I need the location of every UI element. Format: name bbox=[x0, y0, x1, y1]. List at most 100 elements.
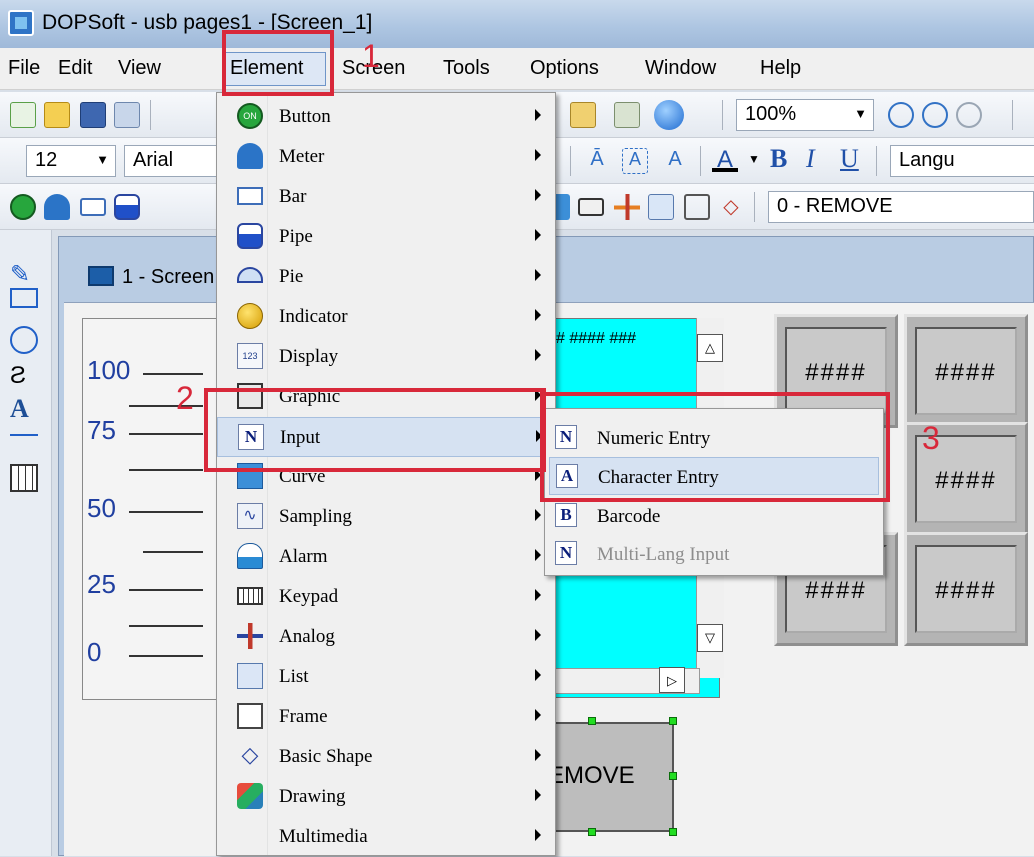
submenu-arrow-icon bbox=[535, 829, 541, 841]
menu-item-label: Pie bbox=[279, 266, 304, 287]
menu-item-label: Sampling bbox=[279, 506, 352, 527]
font-size-value: 12 bbox=[35, 149, 58, 171]
scroll-down-button[interactable]: ▽ bbox=[697, 624, 723, 652]
info-icon[interactable] bbox=[654, 100, 684, 130]
scroll-right-button[interactable]: ▷ bbox=[659, 667, 685, 693]
menu-view[interactable]: View bbox=[118, 57, 161, 80]
align-center-icon[interactable]: A bbox=[622, 148, 648, 174]
annotation-box-3 bbox=[540, 392, 890, 502]
annotation-box-1 bbox=[222, 30, 334, 96]
scroll-up-button[interactable]: △ bbox=[697, 334, 723, 362]
menu-item-label: Pipe bbox=[279, 226, 313, 247]
selection-handle[interactable] bbox=[669, 717, 677, 725]
menu-item-analog[interactable]: Analog bbox=[217, 617, 555, 657]
list-hash-text: # #### ### bbox=[556, 330, 637, 347]
menu-item-display[interactable]: 123 Display bbox=[217, 337, 555, 377]
submenu-arrow-icon bbox=[535, 349, 541, 361]
keypad-icon[interactable] bbox=[578, 198, 604, 216]
pencil-icon[interactable]: ✎ bbox=[10, 260, 38, 288]
left-tool-panel: ✎ Ƨ A bbox=[0, 230, 52, 856]
zoom-in-icon[interactable] bbox=[888, 102, 914, 128]
font-color-icon[interactable]: A bbox=[712, 146, 738, 173]
menu-item-label: Display bbox=[279, 346, 339, 367]
language-combo[interactable]: Langu bbox=[890, 145, 1034, 177]
menu-item-frame[interactable]: Frame bbox=[217, 697, 555, 737]
underline-button[interactable]: U bbox=[840, 144, 859, 174]
menu-tools[interactable]: Tools bbox=[443, 57, 490, 80]
menu-item-meter[interactable]: Meter bbox=[217, 137, 555, 177]
hash-button[interactable]: #### bbox=[904, 532, 1028, 646]
selection-handle[interactable] bbox=[588, 717, 596, 725]
state-combo[interactable]: 0 - REMOVE bbox=[768, 191, 1034, 223]
multi-lang-input-icon: N bbox=[555, 541, 577, 565]
bold-button[interactable]: B bbox=[770, 144, 787, 174]
table-icon[interactable] bbox=[10, 464, 38, 492]
menu-item-sampling[interactable]: ∿ Sampling bbox=[217, 497, 555, 537]
rectangle-icon[interactable] bbox=[10, 288, 38, 308]
frame-icon[interactable] bbox=[684, 194, 710, 220]
align-top-icon[interactable]: Ā bbox=[584, 148, 610, 174]
menu-item-basic-shape[interactable]: ◇ Basic Shape bbox=[217, 737, 555, 777]
menu-item-bar[interactable]: Bar bbox=[217, 177, 555, 217]
circle-icon[interactable] bbox=[10, 326, 38, 354]
menu-file[interactable]: File bbox=[8, 57, 40, 80]
menu-item-label: Bar bbox=[279, 186, 307, 207]
meter-icon[interactable] bbox=[44, 194, 70, 220]
analog-icon[interactable] bbox=[614, 194, 640, 220]
menu-item-button[interactable]: ON Button bbox=[217, 97, 555, 137]
import-icon[interactable] bbox=[570, 102, 596, 128]
zoom-combo[interactable]: 100% ▼ bbox=[736, 99, 874, 131]
meter-icon bbox=[237, 143, 263, 169]
submenu-item-label: Barcode bbox=[597, 506, 661, 527]
submenu-arrow-icon bbox=[535, 229, 541, 241]
menu-options[interactable]: Options bbox=[530, 57, 599, 80]
menu-item-list[interactable]: List bbox=[217, 657, 555, 697]
menu-item-multimedia[interactable]: Multimedia bbox=[217, 817, 555, 857]
scale-icon[interactable] bbox=[10, 434, 38, 452]
screen-tab[interactable]: 1 - Screen bbox=[122, 266, 214, 289]
italic-button[interactable]: I bbox=[806, 144, 815, 174]
pipe-icon bbox=[237, 223, 263, 249]
menu-item-label: Button bbox=[279, 106, 331, 127]
menu-item-label: Keypad bbox=[279, 586, 339, 607]
polyline-icon[interactable]: Ƨ bbox=[10, 362, 38, 390]
selection-handle[interactable] bbox=[669, 828, 677, 836]
submenu-arrow-icon bbox=[535, 149, 541, 161]
menu-item-pipe[interactable]: Pipe bbox=[217, 217, 555, 257]
hash-button[interactable]: #### bbox=[904, 314, 1028, 428]
submenu-arrow-icon bbox=[535, 269, 541, 281]
align-bottom-icon[interactable]: A bbox=[662, 148, 688, 174]
save-icon[interactable] bbox=[80, 102, 106, 128]
hash-button-text: #### bbox=[915, 545, 1017, 633]
menu-window[interactable]: Window bbox=[645, 57, 716, 80]
selection-handle[interactable] bbox=[588, 828, 596, 836]
chevron-down-icon: ▼ bbox=[96, 152, 109, 167]
bar-icon bbox=[237, 187, 263, 205]
zoom-out-icon[interactable] bbox=[922, 102, 948, 128]
font-name-combo[interactable]: Arial bbox=[124, 145, 220, 177]
zoom-reset-icon[interactable] bbox=[956, 102, 982, 128]
basic-shape-icon[interactable]: ◇ bbox=[718, 194, 744, 220]
menu-item-drawing[interactable]: Drawing bbox=[217, 777, 555, 817]
menu-item-keypad[interactable]: Keypad bbox=[217, 577, 555, 617]
selection-handle[interactable] bbox=[669, 772, 677, 780]
app-icon bbox=[8, 10, 34, 36]
text-icon[interactable]: A bbox=[10, 394, 38, 423]
menu-item-indicator[interactable]: Indicator bbox=[217, 297, 555, 337]
open-folder-icon[interactable] bbox=[44, 102, 70, 128]
new-file-icon[interactable] bbox=[10, 102, 36, 128]
list-icon[interactable] bbox=[648, 194, 674, 220]
save-as-icon[interactable] bbox=[114, 102, 140, 128]
menu-item-pie[interactable]: Pie bbox=[217, 257, 555, 297]
font-size-combo[interactable]: 12 ▼ bbox=[26, 145, 116, 177]
alarm-icon bbox=[237, 543, 263, 569]
bar-icon[interactable] bbox=[80, 198, 106, 216]
submenu-item-barcode[interactable]: B Barcode bbox=[549, 497, 879, 535]
menu-edit[interactable]: Edit bbox=[58, 57, 92, 80]
chevron-down-icon: ▼ bbox=[748, 152, 760, 166]
menu-item-alarm[interactable]: Alarm bbox=[217, 537, 555, 577]
menu-help[interactable]: Help bbox=[760, 57, 801, 80]
button-on-icon[interactable] bbox=[10, 194, 36, 220]
print-icon[interactable] bbox=[614, 102, 640, 128]
pipe-icon[interactable] bbox=[114, 194, 140, 220]
